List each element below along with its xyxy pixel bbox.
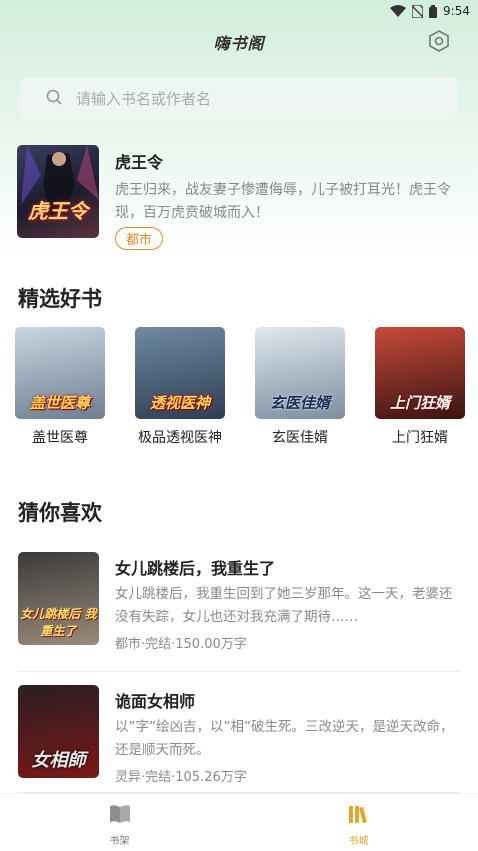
pick-item[interactable]: 上门狂婿 上门狂婿 xyxy=(375,327,465,447)
settings-button[interactable] xyxy=(426,30,452,56)
pick-cover-title: 透视医神 xyxy=(149,394,210,412)
nav-bookstore[interactable]: 书城 xyxy=(239,794,478,851)
picks-list: 盖世医尊 盖世医尊 透视医神 极品透视医神 玄医佳婿 玄医佳婿 上门狂婿 上门狂… xyxy=(15,327,475,447)
featured-book-cover[interactable]: 虎王令 xyxy=(17,145,99,238)
battery-icon xyxy=(429,4,438,18)
book-cover-title: 女儿跳楼后 我重生了 xyxy=(20,607,97,638)
status-time: 9:54 xyxy=(443,4,470,18)
list-item[interactable]: 女相師 诡面女相师 以”字”绘凶吉，以”相”破生死。三改逆天，是逆天改命，还是顺… xyxy=(18,672,460,793)
app-header: 嗨书阁 xyxy=(0,24,478,60)
book-description: 以”字”绘凶吉，以”相”破生死。三改逆天，是逆天改命，还是顺天而死。 xyxy=(115,719,454,758)
book-meta: 灵异·完结·105.26万字 xyxy=(115,770,247,785)
bottom-navigation: 书架 书城 xyxy=(0,793,478,851)
library-icon xyxy=(348,804,370,828)
pick-title: 盖世医尊 xyxy=(32,430,88,446)
nav-bookstore-label: 书城 xyxy=(348,836,369,847)
pick-title: 极品透视医神 xyxy=(138,430,222,446)
pick-title: 上门狂婿 xyxy=(392,430,448,446)
wifi-icon xyxy=(390,5,407,17)
nav-bookshelf-label: 书架 xyxy=(109,836,130,847)
featured-book-description: 虎王归来，战友妻子惨遭侮辱，儿子被打耳光！虎王令现，百万虎贲破城而入！ xyxy=(115,182,451,221)
status-bar: 9:54 xyxy=(0,0,478,22)
pick-item[interactable]: 透视医神 极品透视医神 xyxy=(135,327,225,447)
featured-book[interactable]: 虎王令 虎王令 虎王归来，战友妻子惨遭侮辱，儿子被打耳光！虎王令现，百万虎贲破城… xyxy=(17,145,461,250)
pick-cover-title: 玄医佳婿 xyxy=(269,394,330,412)
list-item[interactable]: 女儿跳楼后 我重生了 女儿跳楼后，我重生了 女儿跳楼后，我重生回到了她三岁那年。… xyxy=(18,551,460,672)
book-description: 女儿跳楼后，我重生回到了她三岁那年。这一天，老婆还没有失踪，女儿也还对我充满了期… xyxy=(115,586,453,625)
search-input[interactable] xyxy=(76,89,416,108)
book-info: 女儿跳楼后，我重生了 女儿跳楼后，我重生回到了她三岁那年。这一天，老婆还没有失踪… xyxy=(115,552,460,671)
pick-cover[interactable]: 玄医佳婿 xyxy=(255,327,345,419)
featured-book-tag[interactable]: 都市 xyxy=(115,227,164,250)
pick-item[interactable]: 盖世医尊 盖世医尊 xyxy=(15,327,105,447)
pick-item[interactable]: 玄医佳婿 玄医佳婿 xyxy=(255,327,345,447)
nav-bookshelf[interactable]: 书架 xyxy=(0,794,239,851)
book-cover[interactable]: 女相師 xyxy=(18,685,99,778)
book-cover-title: 女相師 xyxy=(31,750,86,771)
featured-book-title: 虎王令 xyxy=(115,153,164,172)
pick-cover-title: 盖世医尊 xyxy=(29,394,90,412)
pick-title: 玄医佳婿 xyxy=(272,430,328,446)
app-title: 嗨书阁 xyxy=(213,34,265,53)
pick-cover[interactable]: 透视医神 xyxy=(135,327,225,419)
pick-cover[interactable]: 盖世医尊 xyxy=(15,327,105,419)
pick-cover-title: 上门狂婿 xyxy=(389,394,450,412)
book-title: 诡面女相师 xyxy=(115,692,196,711)
no-sim-icon xyxy=(412,4,424,18)
book-title: 女儿跳楼后，我重生了 xyxy=(115,559,276,578)
recommend-section-title: 猜你喜欢 xyxy=(18,501,102,525)
search-icon xyxy=(46,89,62,109)
search-bar[interactable] xyxy=(20,77,458,120)
book-meta: 都市·完结·150.00万字 xyxy=(115,637,247,652)
recommend-list: 女儿跳楼后 我重生了 女儿跳楼后，我重生了 女儿跳楼后，我重生回到了她三岁那年。… xyxy=(18,551,460,793)
featured-book-info: 虎王令 虎王归来，战友妻子惨遭侮辱，儿子被打耳光！虎王令现，百万虎贲破城而入！ … xyxy=(115,145,461,250)
book-open-icon xyxy=(109,804,131,828)
pick-cover[interactable]: 上门狂婿 xyxy=(375,327,465,419)
settings-hexagon-icon xyxy=(427,29,451,57)
featured-cover-title: 虎王令 xyxy=(28,199,88,223)
picks-section-title: 精选好书 xyxy=(18,287,102,311)
book-info: 诡面女相师 以”字”绘凶吉，以”相”破生死。三改逆天，是逆天改命，还是顺天而死。… xyxy=(115,685,460,792)
book-cover[interactable]: 女儿跳楼后 我重生了 xyxy=(18,552,99,645)
